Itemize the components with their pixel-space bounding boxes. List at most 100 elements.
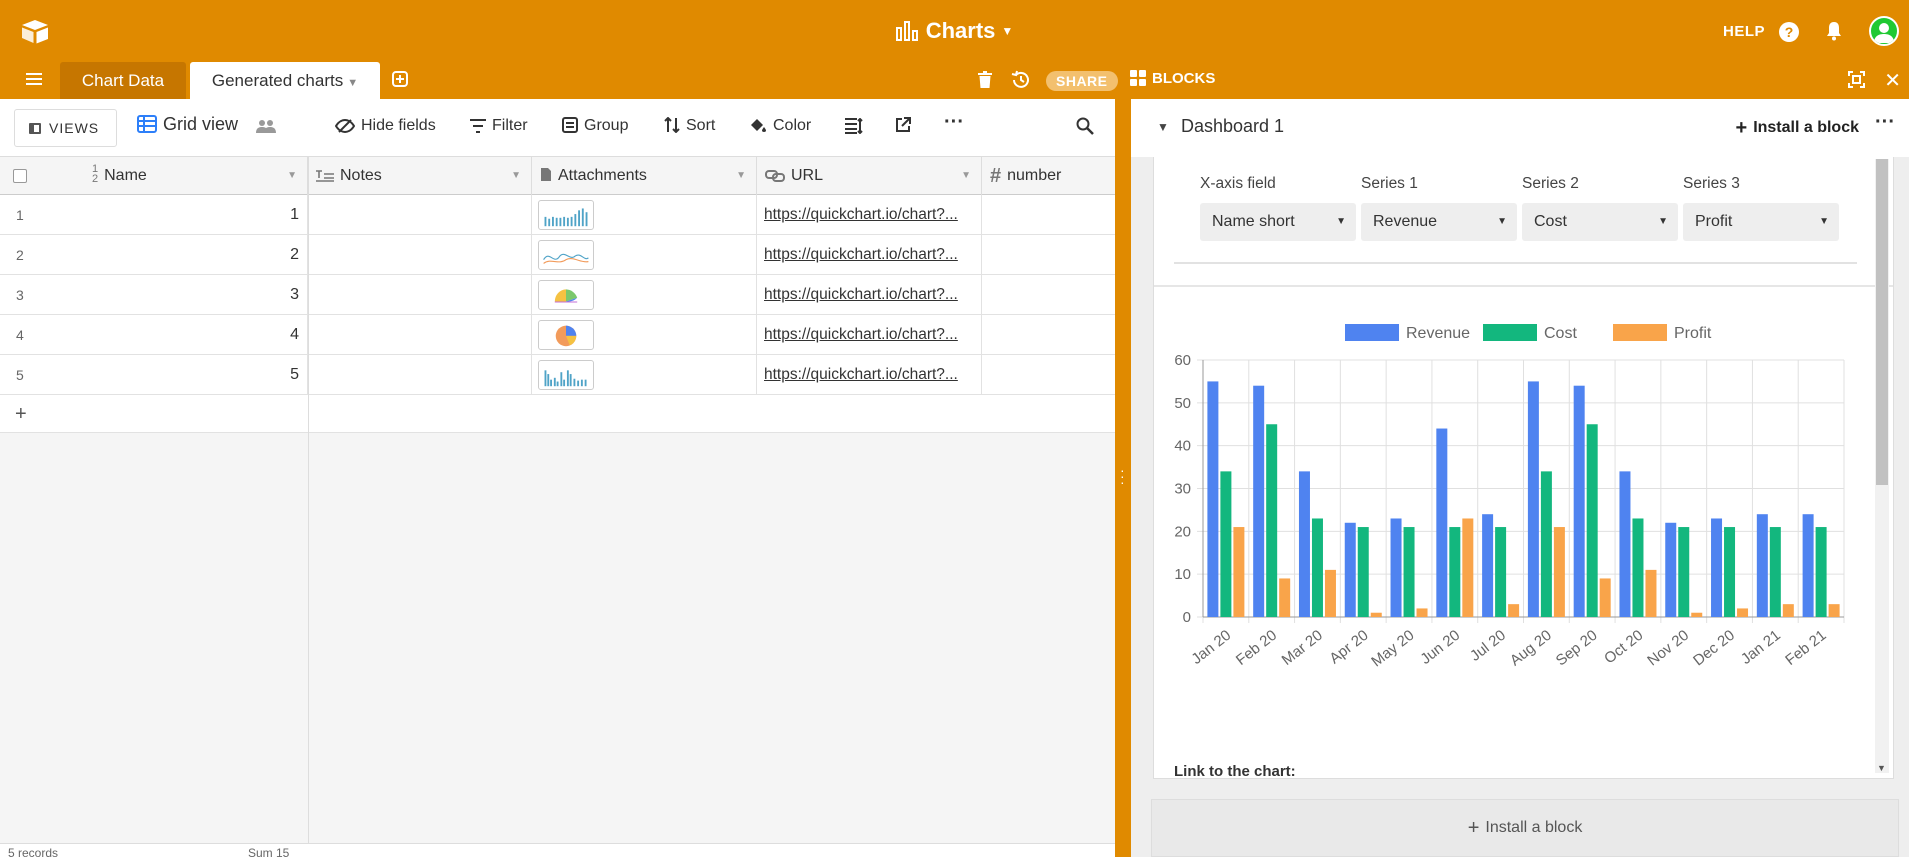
color-button[interactable]: Color [749,117,811,135]
more-options-icon[interactable]: ··· [944,111,964,134]
chart-thumbnail[interactable] [538,280,594,310]
cell-number[interactable] [982,235,1115,275]
chevron-down-icon[interactable]: ▼ [287,157,297,195]
cell-url[interactable]: https://quickchart.io/chart?... [757,355,982,395]
cell-attachments[interactable] [532,195,757,235]
chart-thumbnail[interactable] [538,240,594,270]
avatar[interactable] [1869,16,1899,46]
cell-notes[interactable] [308,235,532,275]
cell-attachments[interactable] [532,315,757,355]
cell-url[interactable]: https://quickchart.io/chart?... [757,275,982,315]
group-button[interactable]: Group [562,117,628,135]
drag-handle-icon[interactable]: · · · [1120,463,1125,489]
cell-name[interactable]: 4 [50,315,308,355]
share-button[interactable]: SHARE [1046,71,1118,91]
x-axis-dropdown[interactable]: Name short ▼ [1200,203,1356,241]
hide-fields-button[interactable]: Hide fields [334,117,436,135]
tab-row: Chart Data Generated charts ▼ SHARE BLOCK… [0,62,1909,99]
cell-attachments[interactable] [532,235,757,275]
chevron-down-icon[interactable]: ▼ [736,157,746,195]
collaborators-icon[interactable] [252,117,282,133]
fullscreen-icon[interactable] [1848,71,1865,88]
series-2-dropdown[interactable]: Cost ▼ [1522,203,1678,241]
table-row[interactable]: 4 4 https://quickchart.io/chart?... [0,315,1115,355]
collapse-icon[interactable]: ▼ [1157,120,1169,134]
scroll-down-icon[interactable]: ▼ [1877,763,1886,773]
row-height-icon[interactable] [845,118,863,134]
add-table-icon[interactable] [392,71,408,87]
tab-chart-data[interactable]: Chart Data [60,62,186,99]
url-link[interactable]: https://quickchart.io/chart?... [764,275,981,315]
cell-attachments[interactable] [532,275,757,315]
base-title[interactable]: Charts ▼ [0,18,1909,44]
cell-number[interactable] [982,195,1115,235]
frozen-column-divider [308,157,309,857]
cell-number[interactable] [982,315,1115,355]
views-button[interactable]: VIEWS [14,109,117,147]
sidebar-icon [29,123,41,134]
cell-name[interactable]: 5 [50,355,308,395]
url-link[interactable]: https://quickchart.io/chart?... [764,235,981,275]
summary-sum[interactable]: Sum 15 [248,846,289,857]
cell-url[interactable]: https://quickchart.io/chart?... [757,235,982,275]
column-url[interactable]: URL ▼ [757,157,982,195]
cell-url[interactable]: https://quickchart.io/chart?... [757,315,982,355]
chart-settings: X-axis field Name short ▼ Series 1 Revenu… [1154,157,1893,287]
chart-block: X-axis field Name short ▼ Series 1 Revenu… [1153,157,1894,779]
history-icon[interactable] [1011,70,1031,90]
series-3-dropdown[interactable]: Profit ▼ [1683,203,1839,241]
cell-notes[interactable] [308,315,532,355]
chevron-down-icon[interactable]: ▼ [347,77,358,89]
tab-generated-charts[interactable]: Generated charts ▼ [190,62,380,99]
blocks-button[interactable]: BLOCKS [1130,70,1215,87]
bell-icon[interactable] [1826,21,1842,41]
more-options-icon[interactable]: ··· [1875,111,1895,134]
trash-icon[interactable] [978,71,992,88]
menu-icon[interactable] [26,72,42,86]
cell-name[interactable]: 3 [50,275,308,315]
cell-notes[interactable] [308,195,532,235]
table-row[interactable]: 5 5 https://quickchart.io/chart?... [0,355,1115,395]
column-attachments[interactable]: Attachments ▼ [532,157,757,195]
url-link[interactable]: https://quickchart.io/chart?... [764,195,981,235]
chart-thumbnail[interactable] [538,320,594,350]
table-row[interactable]: 3 3 https://quickchart.io/chart?... [0,275,1115,315]
column-name[interactable]: 1 2 Name ▼ [50,157,308,195]
help-icon[interactable]: ? [1779,22,1799,42]
panel-resize-handle[interactable]: · · · [1115,99,1131,857]
cell-url[interactable]: https://quickchart.io/chart?... [757,195,982,235]
help-link[interactable]: HELP [1723,23,1765,40]
cell-number[interactable] [982,355,1115,395]
chevron-down-icon[interactable]: ▼ [511,157,521,195]
chart-thumbnail[interactable] [538,200,594,230]
cell-notes[interactable] [308,355,532,395]
block-scrollbar[interactable]: ▼ [1875,159,1889,773]
cell-name[interactable]: 1 [50,195,308,235]
view-switcher[interactable]: Grid view [137,114,282,135]
add-row-button[interactable]: + [0,395,1115,433]
sort-button[interactable]: Sort [664,116,715,135]
chart-thumbnail[interactable] [538,360,594,390]
table-row[interactable]: 1 1 https://quickchart.io/chart?... [0,195,1115,235]
cell-name[interactable]: 2 [50,235,308,275]
legend-label: Profit [1674,325,1712,342]
cell-number[interactable] [982,275,1115,315]
share-view-icon[interactable] [895,117,911,133]
install-block-placeholder[interactable]: + Install a block [1151,799,1899,857]
install-block-button[interactable]: + Install a block [1736,117,1860,140]
series-1-dropdown[interactable]: Revenue ▼ [1361,203,1517,241]
column-notes[interactable]: Notes ▼ [308,157,532,195]
scroll-thumb[interactable] [1876,159,1888,485]
filter-button[interactable]: Filter [470,117,528,135]
select-all-checkbox[interactable] [13,169,27,183]
column-number[interactable]: # number [982,157,1115,195]
cell-attachments[interactable] [532,355,757,395]
close-icon[interactable]: ✕ [1884,68,1901,93]
chevron-down-icon[interactable]: ▼ [961,157,971,195]
url-link[interactable]: https://quickchart.io/chart?... [764,315,981,355]
search-icon[interactable] [1076,117,1094,135]
dashboard-title[interactable]: Dashboard 1 [1181,116,1284,137]
url-link[interactable]: https://quickchart.io/chart?... [764,355,981,395]
cell-notes[interactable] [308,275,532,315]
table-row[interactable]: 2 2 https://quickchart.io/chart?... [0,235,1115,275]
